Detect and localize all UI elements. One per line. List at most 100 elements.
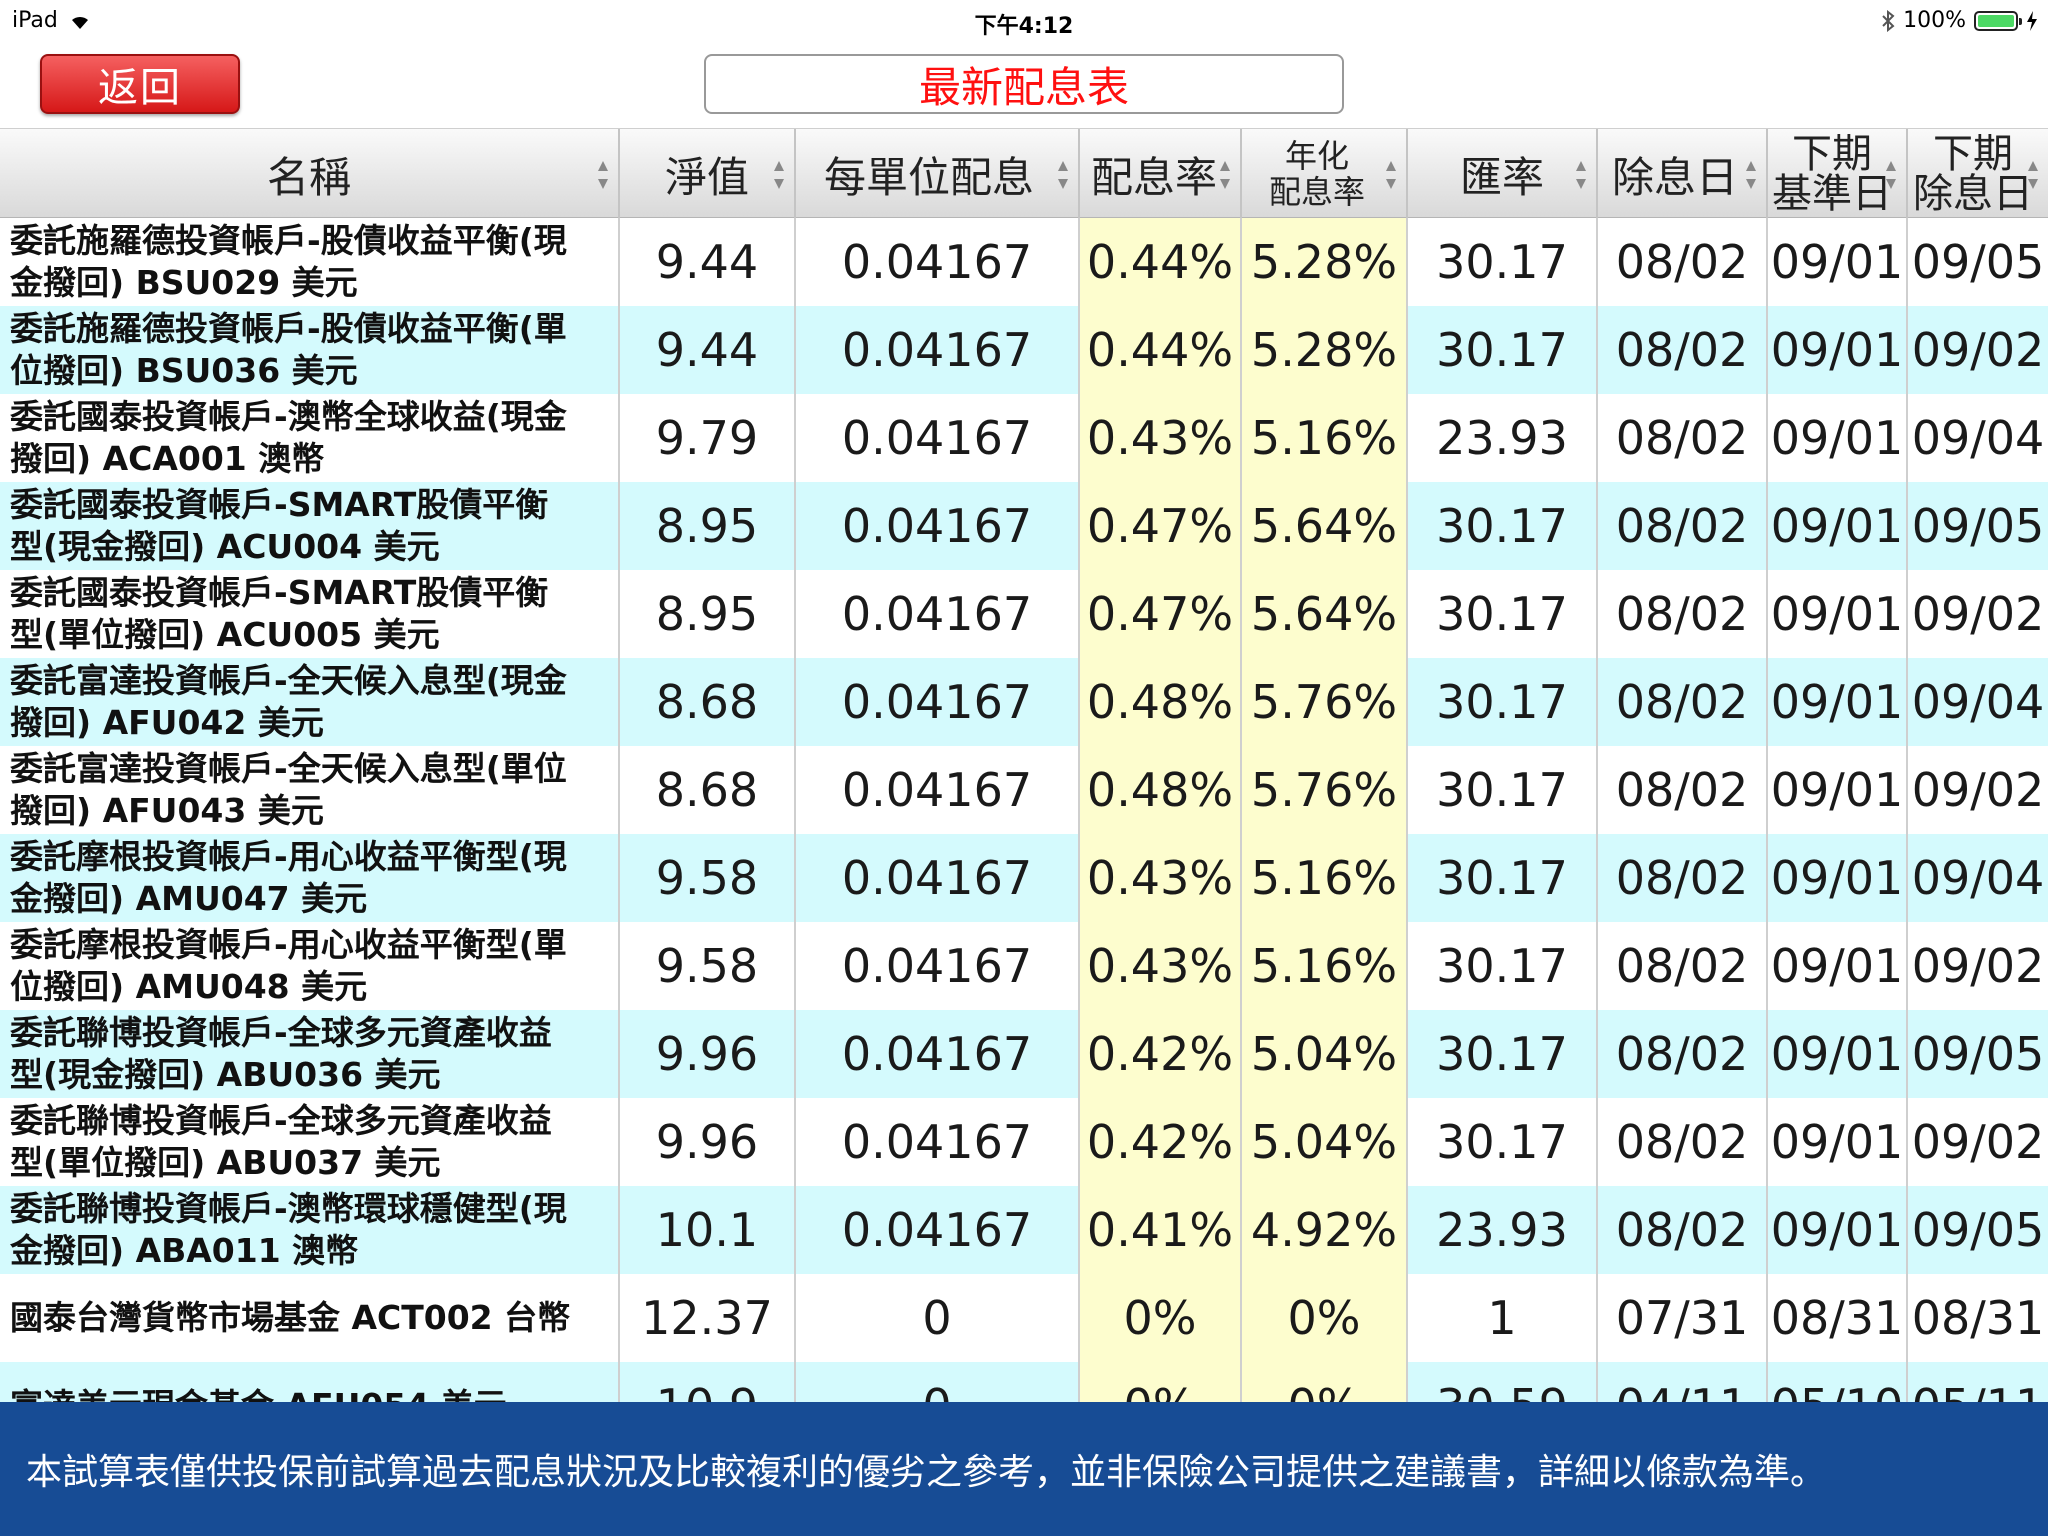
col-header-line1: 下期 — [1792, 131, 1872, 177]
fund-name-text: 國泰台灣貨幣市場基金 ACT002 台幣 — [10, 1297, 570, 1339]
cell-rate: 0% — [1080, 1274, 1242, 1362]
table-row[interactable]: 國泰台灣貨幣市場基金 ACT002 台幣 12.37 0 0% 0% 1 07/31 08/3… — [0, 1274, 2048, 1362]
cell-next-base: 09/01 — [1768, 746, 1908, 834]
cell-exdate: 08/02 — [1598, 482, 1768, 570]
cell-dividend: 0.04167 — [796, 1010, 1080, 1098]
cell-exdate: 07/31 — [1598, 1274, 1768, 1362]
table-row[interactable]: 委託國泰投資帳戶-SMART股債平衡 型(現金撥回) ACU004 美元 8.95 0… — [0, 482, 2048, 570]
col-header-annual-rate[interactable]: 年化 配息率 — [1242, 129, 1408, 219]
col-header-dividend[interactable]: 每單位配息 — [796, 129, 1080, 219]
col-header-label: 下期 基準日 — [1772, 134, 1892, 214]
table-row[interactable]: 委託摩根投資帳戶-用心收益平衡型(單 位撥回) AMU048 美元 9.58 0.04… — [0, 922, 2048, 1010]
status-bar: iPad 下午4:12 100% — [0, 0, 2048, 40]
cell-annual: 5.64% — [1242, 482, 1408, 570]
col-header-name[interactable]: 名稱 — [0, 129, 620, 219]
cell-exdate: 08/02 — [1598, 1010, 1768, 1098]
table-row[interactable]: 委託聯博投資帳戶-全球多元資產收益 型(單位撥回) ABU037 美元 9.96 0.… — [0, 1098, 2048, 1186]
fund-name-line1: 委託聯博投資帳戶-全球多元資產收益 — [10, 1013, 552, 1052]
cell-fund-name: 國泰台灣貨幣市場基金 ACT002 台幣 — [0, 1274, 620, 1362]
col-header-next-exdate[interactable]: 下期 除息日 — [1908, 129, 2048, 219]
col-header-exdate[interactable]: 除息日 — [1598, 129, 1768, 219]
table-row[interactable]: 委託聯博投資帳戶-澳幣環球穩健型(現 金撥回) ABA011 澳幣 10.1 0.04… — [0, 1186, 2048, 1274]
cell-next-ex: 09/02 — [1908, 1098, 2048, 1186]
cell-rate: 0.47% — [1080, 570, 1242, 658]
fund-name-text: 委託聯博投資帳戶-全球多元資產收益 型(現金撥回) ABU036 美元 — [10, 1012, 552, 1096]
cell-nav: 9.58 — [620, 834, 796, 922]
cell-next-ex: 09/02 — [1908, 746, 2048, 834]
cell-next-ex: 08/31 — [1908, 1274, 2048, 1362]
cell-rate: 0.41% — [1080, 1186, 1242, 1274]
table-row[interactable]: 委託國泰投資帳戶-SMART股債平衡 型(單位撥回) ACU005 美元 8.95 0… — [0, 570, 2048, 658]
fund-name-line2: 位撥回) AMU048 美元 — [10, 967, 368, 1006]
cell-fund-name: 委託國泰投資帳戶-SMART股債平衡 型(單位撥回) ACU005 美元 — [0, 570, 620, 658]
cell-exdate: 08/02 — [1598, 746, 1768, 834]
table-body[interactable]: 委託施羅德投資帳戶-股債收益平衡(現 金撥回) BSU029 美元 9.44 0.04… — [0, 218, 2048, 1536]
table-row[interactable]: 委託富達投資帳戶-全天候入息型(現金 撥回) AFU042 美元 8.68 0.041… — [0, 658, 2048, 746]
col-header-next-base-date[interactable]: 下期 基準日 — [1768, 129, 1908, 219]
table-row[interactable]: 委託施羅德投資帳戶-股債收益平衡(現 金撥回) BSU029 美元 9.44 0.04… — [0, 218, 2048, 306]
col-header-fx[interactable]: 匯率 — [1408, 129, 1598, 219]
cell-fund-name: 委託國泰投資帳戶-澳幣全球收益(現金 撥回) ACA001 澳幣 — [0, 394, 620, 482]
table-row[interactable]: 委託富達投資帳戶-全天候入息型(單位 撥回) AFU043 美元 8.68 0.041… — [0, 746, 2048, 834]
cell-fx: 30.17 — [1408, 570, 1598, 658]
cell-fund-name: 委託聯博投資帳戶-全球多元資產收益 型(單位撥回) ABU037 美元 — [0, 1098, 620, 1186]
table-row[interactable]: 委託施羅德投資帳戶-股債收益平衡(單 位撥回) BSU036 美元 9.44 0.04… — [0, 306, 2048, 394]
fund-name-text: 委託聯博投資帳戶-全球多元資產收益 型(單位撥回) ABU037 美元 — [10, 1100, 552, 1184]
fund-name-line2: 撥回) AFU042 美元 — [10, 703, 324, 742]
cell-next-ex: 09/02 — [1908, 306, 2048, 394]
table-row[interactable]: 委託聯博投資帳戶-全球多元資產收益 型(現金撥回) ABU036 美元 9.96 0.… — [0, 1010, 2048, 1098]
cell-fx: 30.17 — [1408, 658, 1598, 746]
cell-dividend: 0.04167 — [796, 218, 1080, 306]
cell-fx: 23.93 — [1408, 394, 1598, 482]
sort-icon — [1886, 161, 1896, 189]
cell-exdate: 08/02 — [1598, 922, 1768, 1010]
cell-nav: 8.68 — [620, 746, 796, 834]
sort-icon — [1746, 161, 1756, 189]
fund-name-line1: 委託國泰投資帳戶-SMART股債平衡 — [10, 485, 549, 524]
cell-fund-name: 委託摩根投資帳戶-用心收益平衡型(單 位撥回) AMU048 美元 — [0, 922, 620, 1010]
fund-name-line1: 委託摩根投資帳戶-用心收益平衡型(單 — [10, 925, 567, 964]
fund-name-line2: 型(單位撥回) ABU037 美元 — [10, 1143, 441, 1182]
charging-icon — [2026, 10, 2038, 31]
cell-next-ex: 09/05 — [1908, 218, 2048, 306]
cell-fund-name: 委託聯博投資帳戶-全球多元資產收益 型(現金撥回) ABU036 美元 — [0, 1010, 620, 1098]
col-header-nav[interactable]: 淨值 — [620, 129, 796, 219]
cell-annual: 0% — [1242, 1274, 1408, 1362]
cell-next-base: 09/01 — [1768, 1098, 1908, 1186]
col-header-label: 配息率 — [1090, 152, 1217, 202]
fund-name-line1: 委託國泰投資帳戶-澳幣全球收益(現金 — [10, 397, 567, 436]
cell-nav: 9.58 — [620, 922, 796, 1010]
status-right: 100% — [1881, 8, 2038, 33]
cell-exdate: 08/02 — [1598, 570, 1768, 658]
table-row[interactable]: 委託摩根投資帳戶-用心收益平衡型(現 金撥回) AMU047 美元 9.58 0.04… — [0, 834, 2048, 922]
cell-annual: 4.92% — [1242, 1186, 1408, 1274]
back-button[interactable]: 返回 — [40, 54, 240, 114]
cell-nav: 8.95 — [620, 482, 796, 570]
cell-dividend: 0.04167 — [796, 1098, 1080, 1186]
table-row[interactable]: 委託國泰投資帳戶-澳幣全球收益(現金 撥回) ACA001 澳幣 9.79 0.041… — [0, 394, 2048, 482]
sort-icon — [1058, 161, 1068, 189]
fund-name-text: 委託施羅德投資帳戶-股債收益平衡(現 金撥回) BSU029 美元 — [10, 220, 567, 304]
cell-dividend: 0.04167 — [796, 922, 1080, 1010]
cell-annual: 5.28% — [1242, 306, 1408, 394]
cell-annual: 5.16% — [1242, 394, 1408, 482]
fund-name-text: 委託國泰投資帳戶-澳幣全球收益(現金 撥回) ACA001 澳幣 — [10, 396, 567, 480]
cell-exdate: 08/02 — [1598, 1098, 1768, 1186]
cell-rate: 0.42% — [1080, 1098, 1242, 1186]
cell-rate: 0.43% — [1080, 834, 1242, 922]
cell-fx: 30.17 — [1408, 746, 1598, 834]
cell-next-base: 09/01 — [1768, 658, 1908, 746]
cell-annual: 5.04% — [1242, 1010, 1408, 1098]
cell-annual: 5.04% — [1242, 1098, 1408, 1186]
cell-exdate: 08/02 — [1598, 306, 1768, 394]
cell-fx: 30.17 — [1408, 1098, 1598, 1186]
fund-name-line1: 委託摩根投資帳戶-用心收益平衡型(現 — [10, 837, 567, 876]
fund-name-line2: 金撥回) ABA011 澳幣 — [10, 1231, 359, 1270]
cell-next-ex: 09/04 — [1908, 834, 2048, 922]
fund-name-text: 委託國泰投資帳戶-SMART股債平衡 型(現金撥回) ACU004 美元 — [10, 484, 548, 568]
fund-name-text: 委託施羅德投資帳戶-股債收益平衡(單 位撥回) BSU036 美元 — [10, 308, 567, 392]
col-header-rate[interactable]: 配息率 — [1080, 129, 1242, 219]
fund-name-text: 委託聯博投資帳戶-澳幣環球穩健型(現 金撥回) ABA011 澳幣 — [10, 1188, 567, 1272]
cell-next-base: 09/01 — [1768, 482, 1908, 570]
cell-annual: 5.16% — [1242, 834, 1408, 922]
